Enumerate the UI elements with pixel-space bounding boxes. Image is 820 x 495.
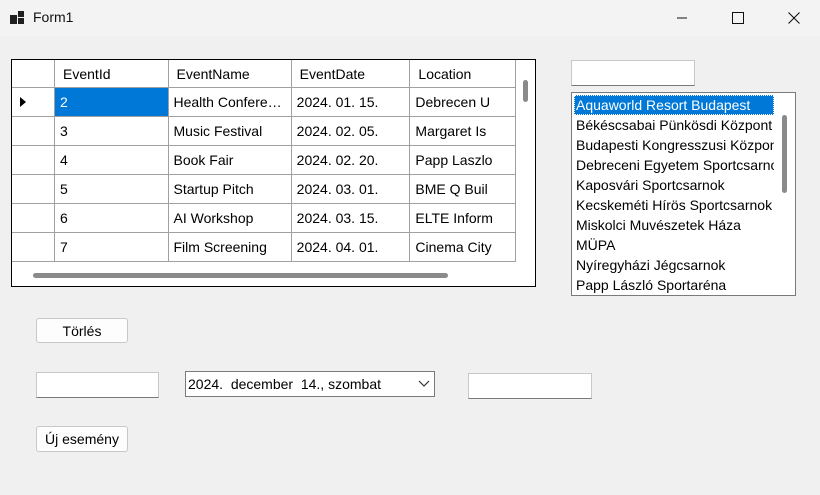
minimize-icon: [677, 17, 687, 19]
column-header-location[interactable]: Location: [409, 60, 516, 88]
cell-location[interactable]: Debrecen U: [409, 87, 516, 117]
cell-eventname[interactable]: Book Fair: [168, 145, 292, 175]
close-icon: [788, 12, 800, 24]
table-row[interactable]: 4 Book Fair 2024. 02. 20. Papp Laszlo: [12, 145, 516, 175]
row-header[interactable]: [12, 232, 56, 262]
column-header-eventname[interactable]: EventName: [168, 60, 292, 88]
current-row-arrow-icon: [20, 97, 26, 107]
maximize-button[interactable]: [710, 0, 766, 36]
event-location-input[interactable]: [468, 373, 592, 399]
row-header-corner[interactable]: [12, 60, 56, 88]
chevron-down-icon[interactable]: [418, 379, 430, 389]
app-icon: [10, 11, 26, 25]
list-item[interactable]: MÜPA: [574, 235, 774, 255]
table-row[interactable]: 5 Startup Pitch 2024. 03. 01. BME Q Buil: [12, 174, 516, 204]
row-header[interactable]: [12, 174, 56, 204]
cell-eventdate[interactable]: 2024. 03. 01.: [291, 174, 411, 204]
grid-vertical-scroll-thumb[interactable]: [523, 80, 528, 102]
header-row: EventId EventName EventDate Location: [12, 60, 516, 88]
cell-eventid[interactable]: 6: [54, 203, 169, 233]
title-bar: Form1: [0, 0, 820, 36]
cell-eventid[interactable]: 7: [54, 232, 169, 262]
row-header[interactable]: [12, 116, 56, 146]
grid-horizontal-scrollbar[interactable]: [12, 265, 535, 286]
table-row[interactable]: 2 Health Confere… 2024. 01. 15. Debrecen…: [12, 87, 516, 117]
table-row[interactable]: 6 AI Workshop 2024. 03. 15. ELTE Inform: [12, 203, 516, 233]
location-filter-input[interactable]: [571, 60, 695, 86]
locations-listbox[interactable]: Aquaworld Resort Budapest Békéscsabai Pü…: [571, 92, 796, 296]
cell-eventdate[interactable]: 2024. 02. 20.: [291, 145, 411, 175]
listbox-scroll-thumb[interactable]: [782, 115, 787, 193]
list-item[interactable]: Nyíregyházi Jégcsarnok: [574, 255, 774, 275]
list-item[interactable]: Békéscsabai Pünkösdi Központ: [574, 115, 774, 135]
cell-location[interactable]: Papp Laszlo: [409, 145, 516, 175]
event-date-picker[interactable]: 2024. december 14., szombat: [185, 371, 435, 397]
list-item[interactable]: Budapesti Kongresszusi Központ: [574, 135, 774, 155]
listbox-scrollbar[interactable]: [775, 93, 795, 295]
row-header[interactable]: [12, 145, 56, 175]
cell-eventid[interactable]: 3: [54, 116, 169, 146]
list-item[interactable]: Kecskeméti Hírös Sportcsarnok: [574, 195, 774, 215]
column-header-eventid[interactable]: EventId: [54, 60, 169, 88]
grid-vertical-scrollbar[interactable]: [517, 60, 535, 265]
new-event-button[interactable]: Új esemény: [36, 426, 128, 452]
minimize-button[interactable]: [654, 0, 710, 36]
grid-horizontal-scroll-thumb[interactable]: [33, 273, 448, 278]
maximize-icon: [732, 12, 744, 24]
cell-eventname[interactable]: Music Festival: [168, 116, 292, 146]
cell-eventname[interactable]: Film Screening: [168, 232, 292, 262]
list-item[interactable]: Debreceni Egyetem Sportcsarnok: [574, 155, 774, 175]
list-item[interactable]: Kaposvári Sportcsarnok: [574, 175, 774, 195]
list-item[interactable]: Aquaworld Resort Budapest: [574, 95, 774, 115]
delete-button[interactable]: Törlés: [36, 318, 128, 343]
row-header[interactable]: [12, 87, 56, 117]
delete-button-label: Törlés: [62, 322, 102, 339]
row-header[interactable]: [12, 203, 56, 233]
event-name-input[interactable]: [36, 372, 159, 398]
events-grid[interactable]: EventId EventName EventDate Location 2 H…: [11, 59, 536, 287]
new-event-button-label: Új esemény: [45, 431, 119, 447]
cell-location[interactable]: Margaret Is: [409, 116, 516, 146]
cell-eventid[interactable]: 4: [54, 145, 169, 175]
cell-eventdate[interactable]: 2024. 02. 05.: [291, 116, 411, 146]
table-row[interactable]: 7 Film Screening 2024. 04. 01. Cinema Ci…: [12, 232, 516, 262]
events-table: EventId EventName EventDate Location 2 H…: [12, 60, 516, 262]
table-row[interactable]: 3 Music Festival 2024. 02. 05. Margaret …: [12, 116, 516, 146]
list-item[interactable]: Miskolci Muvészetek Háza: [574, 215, 774, 235]
cell-eventname[interactable]: Health Confere…: [168, 87, 292, 117]
cell-eventdate[interactable]: 2024. 03. 15.: [291, 203, 411, 233]
column-header-eventdate[interactable]: EventDate: [291, 60, 411, 88]
cell-eventname[interactable]: AI Workshop: [168, 203, 292, 233]
window-title: Form1: [33, 9, 74, 25]
close-button[interactable]: [766, 0, 820, 36]
list-item[interactable]: Papp László Sportaréna: [574, 275, 774, 295]
cell-location[interactable]: Cinema City: [409, 232, 516, 262]
cell-eventdate[interactable]: 2024. 04. 01.: [291, 232, 411, 262]
cell-location[interactable]: ELTE Inform: [409, 203, 516, 233]
cell-eventdate[interactable]: 2024. 01. 15.: [291, 87, 411, 117]
event-date-value: 2024. december 14., szombat: [188, 376, 381, 392]
cell-eventname[interactable]: Startup Pitch: [168, 174, 292, 204]
cell-location[interactable]: BME Q Buil: [409, 174, 516, 204]
cell-eventid[interactable]: 2: [54, 87, 169, 117]
cell-eventid[interactable]: 5: [54, 174, 169, 204]
